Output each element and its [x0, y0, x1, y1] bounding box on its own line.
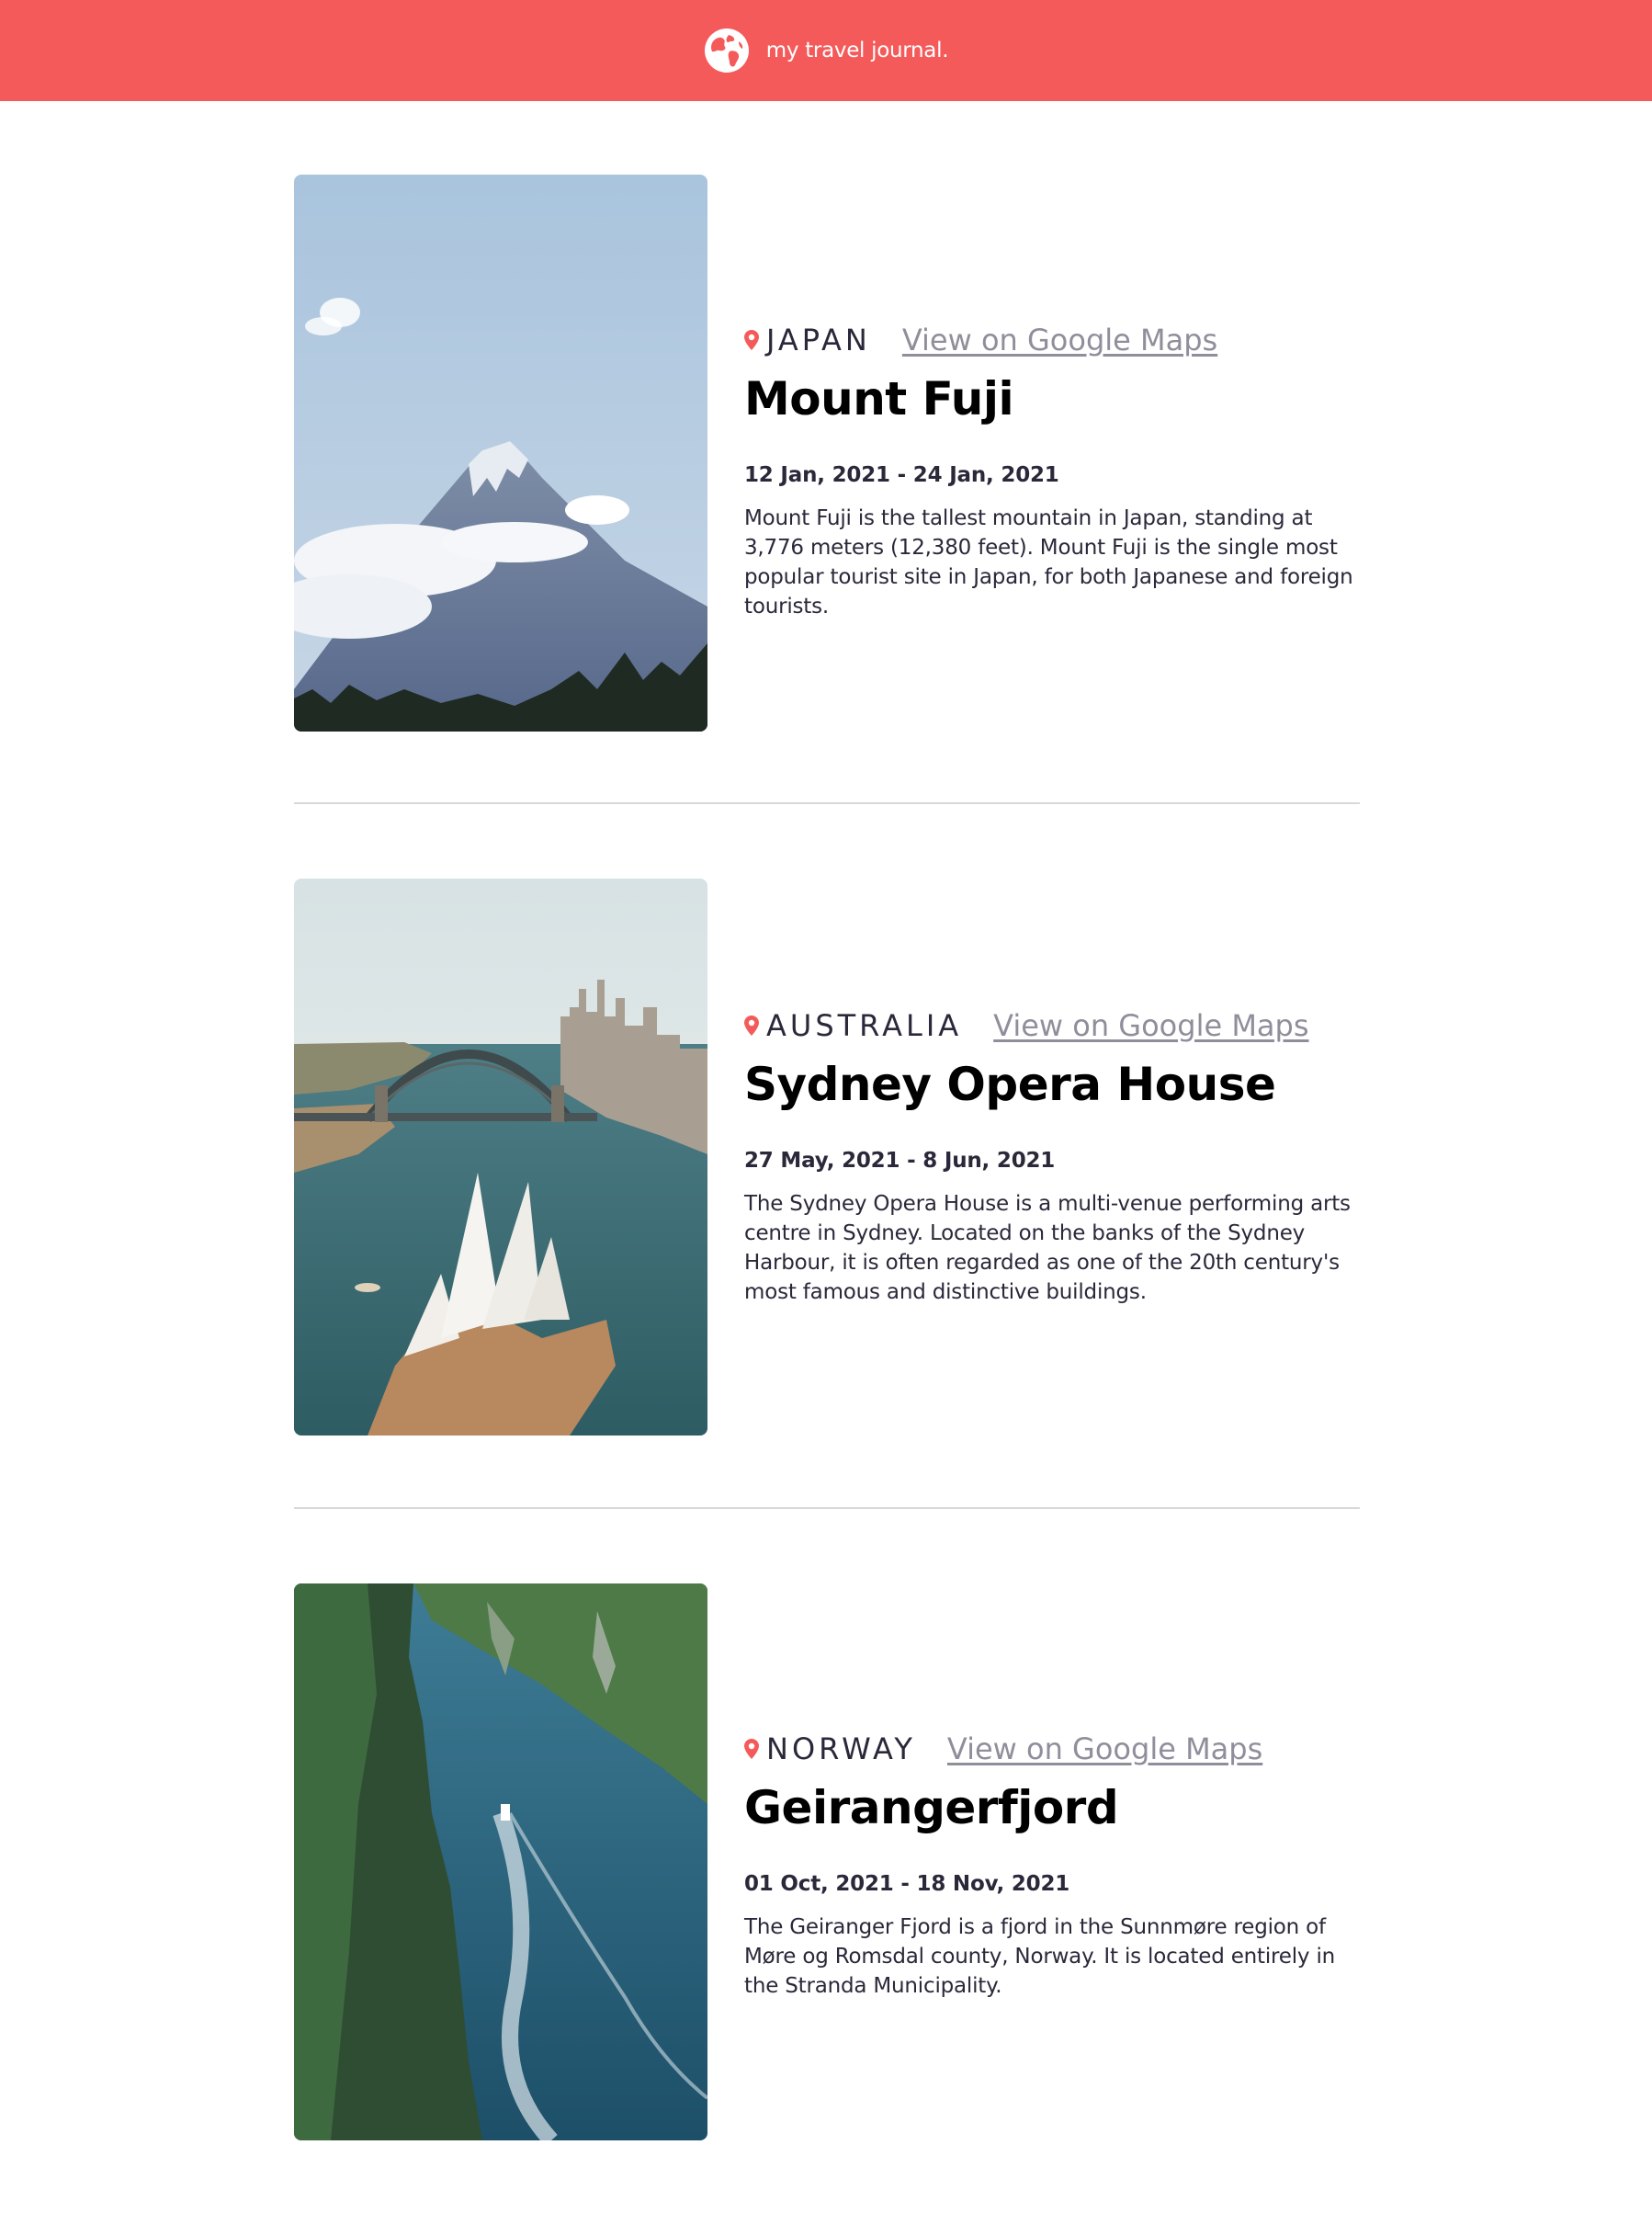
- google-maps-link[interactable]: View on Google Maps: [902, 323, 1217, 357]
- entry-dates: 27 May, 2021 - 8 Jun, 2021: [744, 1149, 1056, 1173]
- entry-dates: 01 Oct, 2021 - 18 Nov, 2021: [744, 1872, 1070, 1896]
- entry-description: The Sydney Opera House is a multi-venue …: [744, 1192, 1351, 1304]
- divider: [294, 1507, 1360, 1509]
- entry-photo: [294, 1583, 707, 2140]
- location-pin-icon: [744, 1016, 759, 1036]
- journal-entry: NORWAY View on Google Maps Geirangerfjor…: [294, 1583, 1360, 2140]
- divider: [294, 802, 1360, 804]
- google-maps-link[interactable]: View on Google Maps: [993, 1008, 1308, 1043]
- entry-title: Geirangerfjord: [744, 1781, 1119, 1834]
- location-row: AUSTRALIA View on Google Maps: [744, 1005, 1360, 1046]
- entry-title: Mount Fuji: [744, 372, 1014, 426]
- entry-photo: [294, 175, 707, 732]
- entry-info: AUSTRALIA View on Google Maps Sydney Ope…: [744, 1005, 1360, 1328]
- entry-photo: [294, 879, 707, 1436]
- entry-info: JAPAN View on Google Maps Mount Fuji 12 …: [744, 320, 1360, 642]
- globe-icon: [704, 28, 749, 73]
- location-pin-icon: [744, 330, 759, 350]
- entry-title: Sydney Opera House: [744, 1058, 1276, 1111]
- journal-entry: AUSTRALIA View on Google Maps Sydney Ope…: [294, 879, 1360, 1436]
- navbar: my travel journal.: [0, 0, 1652, 101]
- country-label: AUSTRALIA: [766, 1008, 963, 1043]
- app-title: my travel journal.: [765, 39, 949, 62]
- country-label: NORWAY: [766, 1731, 916, 1766]
- brand: my travel journal.: [704, 28, 949, 74]
- location-row: NORWAY View on Google Maps: [744, 1729, 1360, 1769]
- journal-entry: JAPAN View on Google Maps Mount Fuji 12 …: [294, 175, 1360, 732]
- entry-info: NORWAY View on Google Maps Geirangerfjor…: [744, 1729, 1360, 2022]
- entry-description: Mount Fuji is the tallest mountain in Ja…: [744, 506, 1353, 619]
- location-pin-icon: [744, 1739, 759, 1759]
- google-maps-link[interactable]: View on Google Maps: [947, 1731, 1262, 1766]
- country-label: JAPAN: [766, 323, 871, 357]
- location-row: JAPAN View on Google Maps: [744, 320, 1360, 360]
- entry-description: The Geiranger Fjord is a fjord in the Su…: [744, 1915, 1336, 1998]
- entry-dates: 12 Jan, 2021 - 24 Jan, 2021: [744, 463, 1059, 487]
